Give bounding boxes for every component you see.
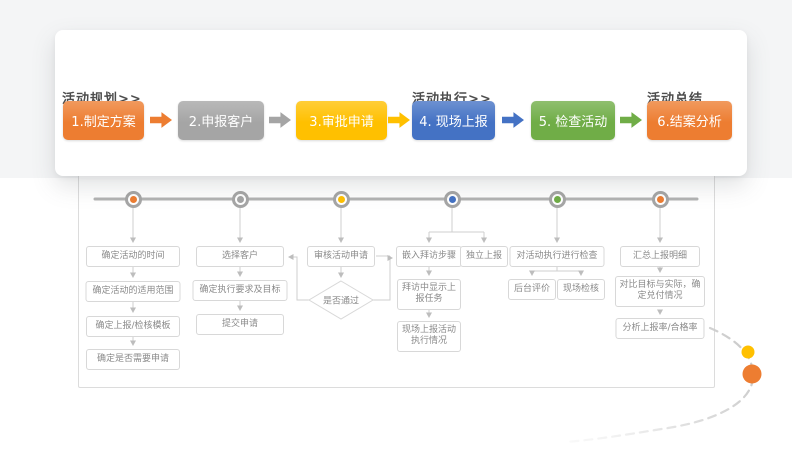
flow-node: 拜访中显示上报任务 bbox=[397, 279, 461, 310]
flow-arrow-icon bbox=[620, 112, 642, 128]
step-6-button: 6.结案分析 bbox=[647, 101, 732, 140]
milestone-drop-lines bbox=[130, 208, 663, 243]
milestone-dot bbox=[124, 190, 142, 208]
flow-node: 现场上报活动执行情况 bbox=[397, 321, 461, 352]
flow-arrow-icon bbox=[150, 112, 172, 128]
flow-node: 提交申请 bbox=[196, 314, 284, 336]
milestone-dot-core bbox=[236, 195, 244, 203]
milestone-dot-core bbox=[129, 195, 137, 203]
dashed-curve bbox=[564, 326, 755, 444]
flow-node: 现场检核 bbox=[556, 279, 606, 301]
decor-dot-yellow bbox=[741, 345, 755, 359]
flow-arrow-icon bbox=[388, 112, 410, 128]
process-overview-card: 活动规划>> 活动执行>> 活动总结 1.制定方案 2.申报客户 3.审批申请 … bbox=[55, 30, 747, 176]
flow-node: 对活动执行进行检查 bbox=[509, 246, 605, 268]
decision-label: 是否通过 bbox=[322, 296, 360, 307]
flow-node: 选择客户 bbox=[196, 246, 284, 268]
milestone-dot-core bbox=[337, 195, 345, 203]
flow-node: 独立上报 bbox=[459, 246, 509, 268]
milestone-dot-core bbox=[656, 195, 664, 203]
milestone-dot bbox=[231, 190, 249, 208]
step-4-button: 4. 现场上报 bbox=[412, 101, 495, 140]
milestone-dot-core bbox=[553, 195, 561, 203]
flow-node: 分析上报率/合格率 bbox=[615, 318, 705, 340]
flow-node: 确定活动的时间 bbox=[86, 246, 180, 268]
flow-arrow-icon bbox=[502, 112, 524, 128]
flow-arrow-icon bbox=[269, 112, 291, 128]
flow-node: 对比目标与实际，确定兑付情况 bbox=[615, 276, 705, 307]
decor-dot-orange bbox=[742, 364, 762, 384]
milestone-dot bbox=[332, 190, 350, 208]
step-5-button: 5. 检查活动 bbox=[531, 101, 615, 140]
flow-node: 审核活动申请 bbox=[306, 246, 376, 268]
flow-node: 确定执行要求及目标 bbox=[192, 280, 288, 302]
step-1-button: 1.制定方案 bbox=[63, 101, 144, 140]
milestone-dot-core bbox=[448, 195, 456, 203]
milestone-dot bbox=[443, 190, 461, 208]
flow-node: 后台评价 bbox=[507, 279, 557, 301]
flow-node: 嵌入拜访步骤 bbox=[395, 246, 463, 268]
flow-node: 确定上报/检核模板 bbox=[86, 316, 180, 338]
milestone-dot bbox=[548, 190, 566, 208]
flow-node: 确定是否需要申请 bbox=[86, 349, 180, 371]
milestone-dot bbox=[651, 190, 669, 208]
flow-node: 确定活动的适用范围 bbox=[85, 281, 181, 303]
step-2-button: 2.申报客户 bbox=[178, 101, 264, 140]
step-3-button: 3.审批申请 bbox=[296, 101, 387, 140]
flow-node: 汇总上报明细 bbox=[620, 246, 700, 268]
